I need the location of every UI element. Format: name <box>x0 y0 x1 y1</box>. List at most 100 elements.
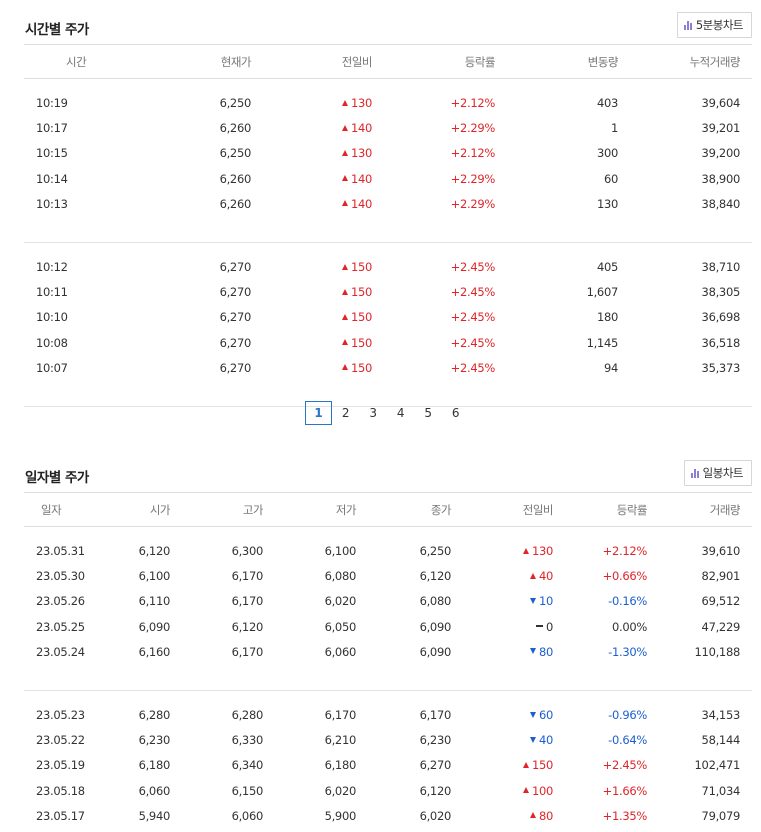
change-value: 100 <box>531 783 553 798</box>
change-cell: 140 <box>251 191 372 216</box>
page-2[interactable]: 2 <box>332 401 360 425</box>
table-header-row: 시간 현재가 전일비 등락률 변동량 누적거래량 <box>24 44 752 79</box>
change-value: 150 <box>350 260 372 275</box>
table-row: 10:13 6,260 140 +2.29% 130 38,840 <box>24 191 752 216</box>
high-cell: 6,280 <box>231 708 264 723</box>
low-cell: 6,210 <box>324 733 357 748</box>
table-row: 23.05.18 6,060 6,150 6,020 6,120 100 +1.66% 71,… <box>24 778 752 803</box>
triangle-up-icon <box>529 812 536 819</box>
5min-chart-button[interactable]: 5분봉차트 <box>676 12 752 38</box>
volume-cell: 39,610 <box>701 544 741 559</box>
triangle-down-icon <box>529 648 536 655</box>
rate-cell: +2.45% <box>450 260 496 275</box>
table-row: 10:14 6,260 140 +2.29% 60 38,900 <box>24 166 752 191</box>
page-4[interactable]: 4 <box>387 401 415 425</box>
cum-volume-cell: 38,900 <box>701 171 741 186</box>
rate-cell: +2.29% <box>450 171 496 186</box>
change-value: 140 <box>350 171 372 186</box>
daily-chart-button[interactable]: 일봉차트 <box>683 460 752 486</box>
time-cell: 10:12 <box>36 260 68 275</box>
cum-volume-cell: 35,373 <box>701 360 741 375</box>
date-cell: 23.05.19 <box>36 758 85 773</box>
table-row: 23.05.22 6,230 6,330 6,210 6,230 40 -0.64% 58,1… <box>24 728 752 753</box>
change-cell: 150 <box>451 753 553 778</box>
volume-cell: 180 <box>596 310 618 325</box>
col-header-low: 저가 <box>263 492 357 527</box>
low-cell: 6,050 <box>324 619 357 634</box>
price-cell: 6,270 <box>219 285 252 300</box>
volume-cell: 69,512 <box>701 594 741 609</box>
high-cell: 6,170 <box>231 594 264 609</box>
group-divider <box>24 828 752 832</box>
col-header-time: 시간 <box>24 44 124 79</box>
table-row: 23.05.30 6,100 6,170 6,080 6,120 40 +0.66% 82,9… <box>24 564 752 589</box>
bar-chart-icon <box>683 20 692 30</box>
table-row: 10:15 6,250 130 +2.12% 300 39,200 <box>24 141 752 166</box>
date-cell: 23.05.25 <box>36 619 85 634</box>
change-value: 0 <box>545 619 553 634</box>
low-cell: 6,180 <box>324 758 357 773</box>
change-value: 10 <box>538 594 553 609</box>
volume-cell: 82,901 <box>701 569 741 584</box>
change-value: 80 <box>538 644 553 659</box>
high-cell: 6,150 <box>231 783 264 798</box>
table-row: 23.05.31 6,120 6,300 6,100 6,250 130 +2.12% 39,… <box>24 539 752 564</box>
table-row: 10:19 6,250 130 +2.12% 403 39,604 <box>24 91 752 116</box>
page-1[interactable]: 1 <box>305 401 332 425</box>
high-cell: 6,330 <box>231 733 264 748</box>
cum-volume-cell: 39,200 <box>701 146 741 161</box>
price-cell: 6,260 <box>219 196 252 211</box>
high-cell: 6,170 <box>231 644 264 659</box>
time-cell: 10:13 <box>36 196 68 211</box>
change-value: 150 <box>350 335 372 350</box>
rate-cell: +2.45% <box>450 285 496 300</box>
cum-volume-cell: 38,710 <box>701 260 741 275</box>
triangle-up-icon <box>522 547 529 554</box>
change-value: 130 <box>350 146 372 161</box>
time-price-title: 시간별 주가 <box>25 22 89 38</box>
volume-cell: 403 <box>596 96 618 111</box>
table-row: 23.05.23 6,280 6,280 6,170 6,170 60 -0.96% 34,1… <box>24 702 752 727</box>
change-cell: 140 <box>251 166 372 191</box>
time-cell: 10:08 <box>36 335 68 350</box>
volume-cell: 94 <box>603 360 618 375</box>
triangle-up-icon <box>522 761 529 768</box>
col-header-change: 전일비 <box>451 492 554 527</box>
time-price-header: 시간별 주가 5분봉차트 <box>24 12 752 40</box>
triangle-down-icon <box>529 597 536 604</box>
volume-cell: 1,145 <box>586 335 619 350</box>
dash-icon <box>535 625 543 628</box>
date-cell: 23.05.22 <box>36 733 85 748</box>
rate-cell: +2.29% <box>450 121 496 136</box>
page-5[interactable]: 5 <box>415 401 443 425</box>
close-cell: 6,080 <box>419 594 452 609</box>
date-cell: 23.05.31 <box>36 544 85 559</box>
close-cell: 6,230 <box>419 733 452 748</box>
date-cell: 23.05.24 <box>36 644 85 659</box>
low-cell: 6,020 <box>324 594 357 609</box>
date-cell: 23.05.17 <box>36 808 85 823</box>
rate-cell: +0.66% <box>602 569 648 584</box>
change-cell: 130 <box>251 91 372 116</box>
open-cell: 6,280 <box>138 708 171 723</box>
close-cell: 6,090 <box>419 619 452 634</box>
daily-chart-button-label: 일봉차트 <box>702 466 744 480</box>
rate-cell: +2.12% <box>450 96 496 111</box>
volume-cell: 58,144 <box>701 733 741 748</box>
table-row: 10:07 6,270 150 +2.45% 94 35,373 <box>24 355 752 380</box>
change-cell: 150 <box>251 330 372 355</box>
col-header-high: 고가 <box>170 492 264 527</box>
low-cell: 6,100 <box>324 544 357 559</box>
change-cell: 150 <box>251 355 372 380</box>
col-header-open: 시가 <box>84 492 171 527</box>
pagination: 123456 <box>305 401 470 425</box>
page-6[interactable]: 6 <box>442 401 470 425</box>
price-cell: 6,260 <box>219 121 252 136</box>
date-cell: 23.05.26 <box>36 594 85 609</box>
open-cell: 6,180 <box>138 758 171 773</box>
triangle-up-icon <box>341 124 348 131</box>
page-3[interactable]: 3 <box>360 401 388 425</box>
table-row: 10:11 6,270 150 +2.45% 1,607 38,305 <box>24 280 752 305</box>
date-cell: 23.05.23 <box>36 708 85 723</box>
time-price-table: 시간 현재가 전일비 등락률 변동량 누적거래량 10:19 6,250 130 +2… <box>24 44 752 407</box>
